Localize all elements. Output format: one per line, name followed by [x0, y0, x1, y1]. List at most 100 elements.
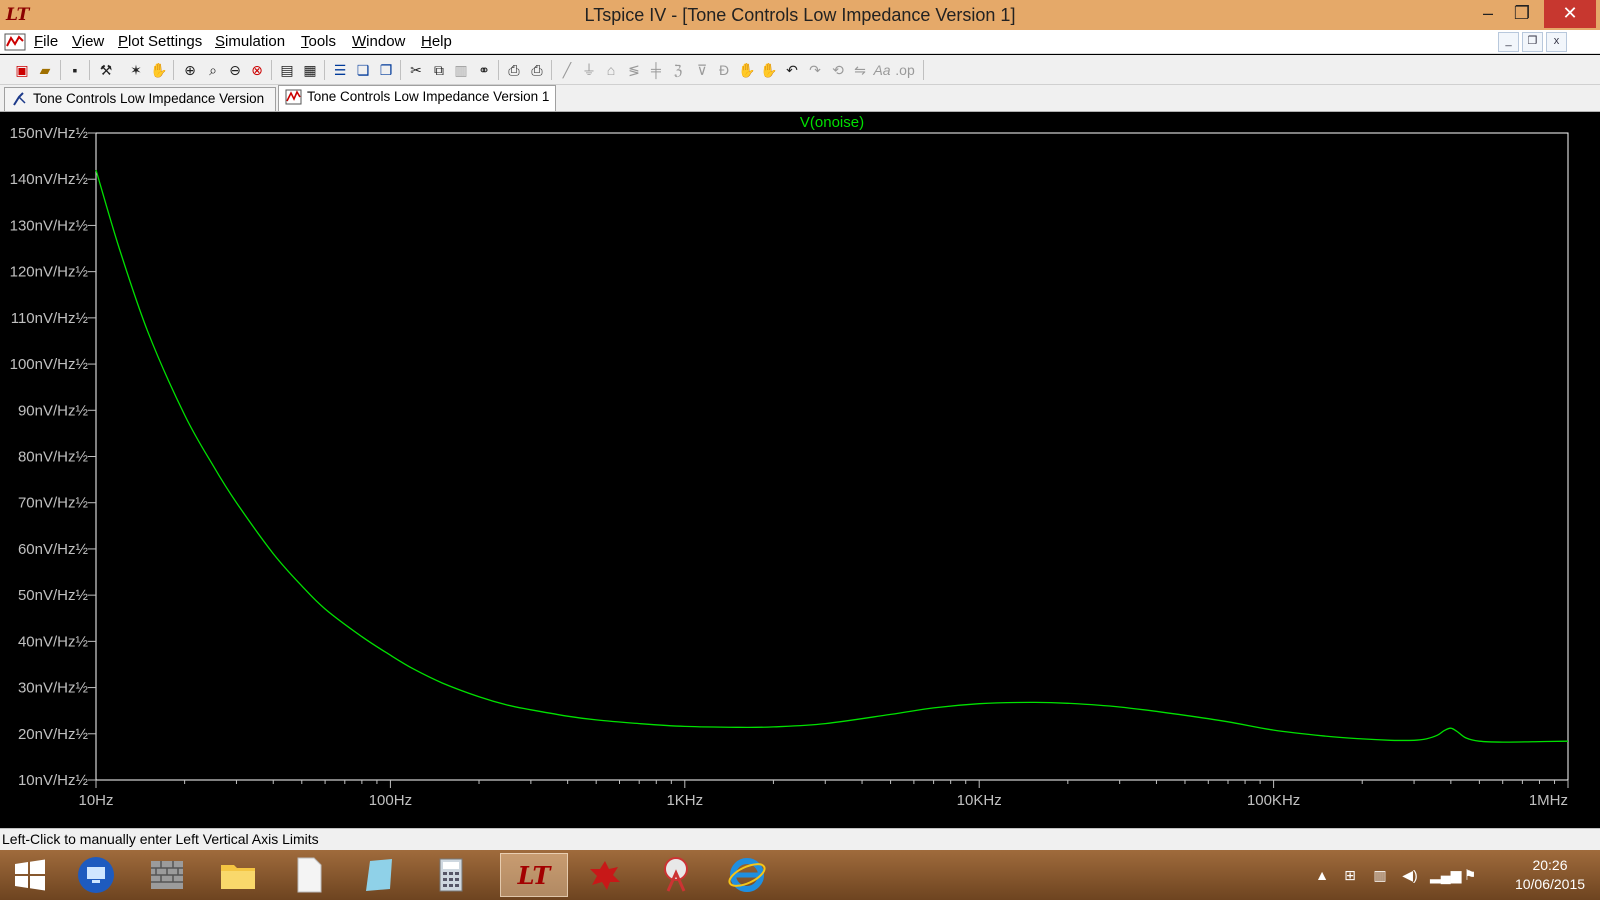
y-tick-label: 130nV/Hz½ — [10, 217, 89, 234]
system-clock[interactable]: 20:26 10/06/2015 — [1500, 856, 1600, 894]
noise-chart[interactable]: V(onoise) 150nV/Hz½ 140nV/Hz½ 130nV/Hz½ 120… — [0, 113, 1600, 828]
y-tick-label: 110nV/Hz½ — [11, 310, 89, 327]
title-bar: LT LTspice IV - [Tone Controls Low Imped… — [0, 0, 1600, 30]
y-tick-label: 140nV/Hz½ — [10, 171, 89, 188]
zoom-in-icon[interactable]: ⊕ — [180, 60, 200, 80]
mdi-minimize-button[interactable]: _ — [1498, 32, 1519, 52]
tile-horizontal-icon[interactable]: ☰ — [330, 60, 350, 80]
diode-icon[interactable]: ⊽ — [692, 60, 712, 80]
y-tick-label: 120nV/Hz½ — [10, 264, 89, 281]
toolbar-separator — [173, 60, 174, 80]
toolbar-separator — [923, 60, 924, 80]
menu-tools[interactable]: Tools — [301, 33, 336, 50]
x-tick-label: 100KHz — [1247, 792, 1300, 809]
zoom-fit-icon[interactable]: ⊗ — [247, 60, 267, 80]
network-sharing-icon[interactable]: ▥ — [1370, 865, 1390, 885]
file-explorer-icon[interactable] — [204, 853, 272, 897]
copy-icon[interactable]: ⧉ — [429, 60, 449, 80]
undo-icon[interactable]: ↶ — [782, 60, 802, 80]
print-preview-icon[interactable]: ⎙ — [504, 60, 524, 80]
find-icon[interactable]: ⚭ — [474, 60, 494, 80]
open-icon[interactable]: ▰ — [35, 60, 55, 80]
trace-label[interactable]: V(onoise) — [800, 114, 864, 131]
drag-icon[interactable]: ✋ — [759, 60, 779, 80]
toolbar: ▣ ▰ ▪ ⚒ ✶ ✋ ⊕ ⌕ ⊖ ⊗ ▤ ▦ ☰ ❏ ❐ ✂ ⧉ ▥ ⚭ ⎙ … — [0, 55, 1600, 85]
x-tick-label: 100Hz — [369, 792, 412, 809]
paste-icon[interactable]: ▥ — [451, 60, 471, 80]
tab-waveform[interactable]: Tone Controls Low Impedance Version 1 — [278, 85, 556, 111]
waveform-plot[interactable]: V(onoise) 150nV/Hz½ 140nV/Hz½ 130nV/Hz½ 120… — [0, 113, 1600, 828]
y-tick-label: 30nV/Hz½ — [18, 680, 89, 697]
clock-time: 20:26 — [1532, 857, 1568, 873]
menu-file[interactable]: File — [34, 33, 58, 50]
menu-view[interactable]: View — [72, 33, 104, 50]
ltspice-icon[interactable]: LT — [500, 853, 568, 897]
show-hidden-icons-icon[interactable]: ▲ — [1312, 865, 1332, 885]
mark-unused-icon[interactable]: ▦ — [300, 60, 320, 80]
move-icon[interactable]: ✋ — [737, 60, 757, 80]
action-center-icon[interactable]: ⊞ — [1340, 865, 1360, 885]
y-tick-label: 90nV/Hz½ — [18, 402, 89, 419]
toolbar-separator — [551, 60, 552, 80]
pan-icon[interactable]: ✋ — [149, 60, 169, 80]
cascade-icon[interactable]: ❐ — [376, 60, 396, 80]
spice-directive-icon[interactable]: .op — [895, 60, 915, 80]
inductor-icon[interactable]: ℨ — [668, 60, 688, 80]
mdi-close-button[interactable]: x — [1546, 32, 1567, 52]
redo-icon[interactable]: ↷ — [805, 60, 825, 80]
document-icon[interactable] — [275, 853, 343, 897]
maximize-button[interactable]: ❐ — [1500, 0, 1544, 28]
y-tick-label: 50nV/Hz½ — [18, 587, 89, 604]
x-axis[interactable]: 10Hz 100Hz 1KHz 10KHz 100KHz 1MHz — [78, 780, 1569, 809]
menu-help[interactable]: Help — [421, 33, 452, 50]
component-icon[interactable]: Ð — [714, 60, 734, 80]
firewall-icon[interactable] — [133, 853, 201, 897]
schematic-icon — [13, 92, 26, 106]
tab-schematic[interactable]: Tone Controls Low Impedance Version 1 — [4, 87, 276, 128]
status-bar: Left-Click to manually enter Left Vertic… — [0, 828, 1600, 850]
menu-simulation[interactable]: Simulation — [215, 33, 285, 50]
mdi-restore-button[interactable]: ❐ — [1522, 32, 1543, 52]
ground-icon[interactable]: ⏚ — [579, 60, 599, 80]
x-tick-label: 1KHz — [666, 792, 703, 809]
capacitor-icon[interactable]: ╪ — [646, 60, 666, 80]
control-panel-icon[interactable]: ⚒ — [96, 60, 116, 80]
save-icon[interactable]: ▪ — [65, 60, 85, 80]
windows-start-icon[interactable] — [0, 853, 60, 897]
label-icon[interactable]: ⌂ — [601, 60, 621, 80]
paint-splat-icon[interactable] — [571, 853, 639, 897]
toolbar-separator — [60, 60, 61, 80]
notepad-icon[interactable] — [346, 853, 414, 897]
zoom-out-icon[interactable]: ⊖ — [225, 60, 245, 80]
y-axis[interactable]: 150nV/Hz½ 140nV/Hz½ 130nV/Hz½ 120nV/Hz½ 110n… — [10, 125, 96, 789]
new-schematic-icon[interactable]: ▣ — [12, 60, 32, 80]
y-tick-label: 10nV/Hz½ — [18, 772, 89, 789]
run-icon[interactable]: ✶ — [126, 60, 146, 80]
internet-explorer-icon[interactable] — [713, 853, 781, 897]
close-button[interactable]: ✕ — [1544, 0, 1596, 28]
waveform-window-icon[interactable] — [4, 32, 26, 52]
volume-icon[interactable]: ◀) — [1400, 865, 1420, 885]
rotate-icon[interactable]: ⟲ — [828, 60, 848, 80]
svg-text:LT: LT — [517, 861, 553, 890]
resistor-icon[interactable]: ≶ — [624, 60, 644, 80]
text-icon[interactable]: Aa — [872, 60, 892, 80]
menu-window[interactable]: Window — [352, 33, 405, 50]
tile-vertical-icon[interactable]: ❏ — [353, 60, 373, 80]
trace-v-onoise[interactable] — [95, 169, 1569, 743]
cut-icon[interactable]: ✂ — [406, 60, 426, 80]
snipping-tool-icon[interactable] — [642, 853, 710, 897]
zoom-box-icon[interactable]: ⌕ — [203, 60, 223, 80]
mirror-icon[interactable]: ⇋ — [850, 60, 870, 80]
y-tick-label: 20nV/Hz½ — [18, 726, 89, 743]
waveform-icon — [285, 89, 302, 105]
print-icon[interactable]: ⎙ — [527, 60, 547, 80]
wire-icon[interactable]: ╱ — [557, 60, 577, 80]
calculator-icon[interactable] — [417, 853, 485, 897]
remote-desktop-icon[interactable] — [62, 853, 130, 897]
autorange-icon[interactable]: ▤ — [277, 60, 297, 80]
y-tick-label: 100nV/Hz½ — [10, 356, 89, 373]
menu-plot-settings[interactable]: Plot Settings — [118, 33, 202, 50]
flag-icon[interactable]: ⚑ — [1460, 865, 1480, 885]
signal-icon[interactable]: ▂▄▆ — [1430, 865, 1461, 885]
